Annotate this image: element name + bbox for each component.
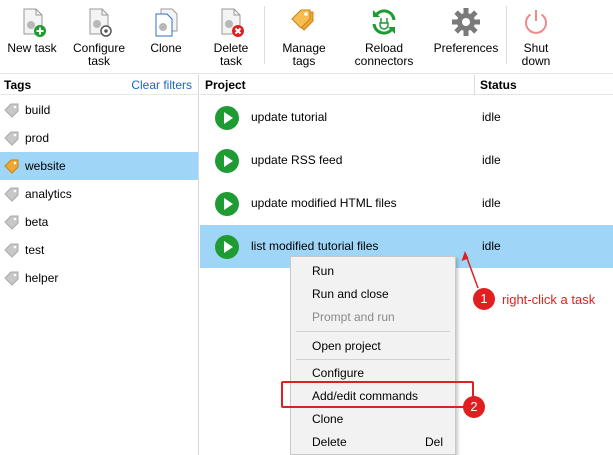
annotation-text: right-click a task (502, 292, 596, 307)
arrow-icon (461, 251, 479, 289)
step-badge-2: 2 (463, 396, 485, 418)
step-badge-1: 1 (473, 288, 495, 310)
